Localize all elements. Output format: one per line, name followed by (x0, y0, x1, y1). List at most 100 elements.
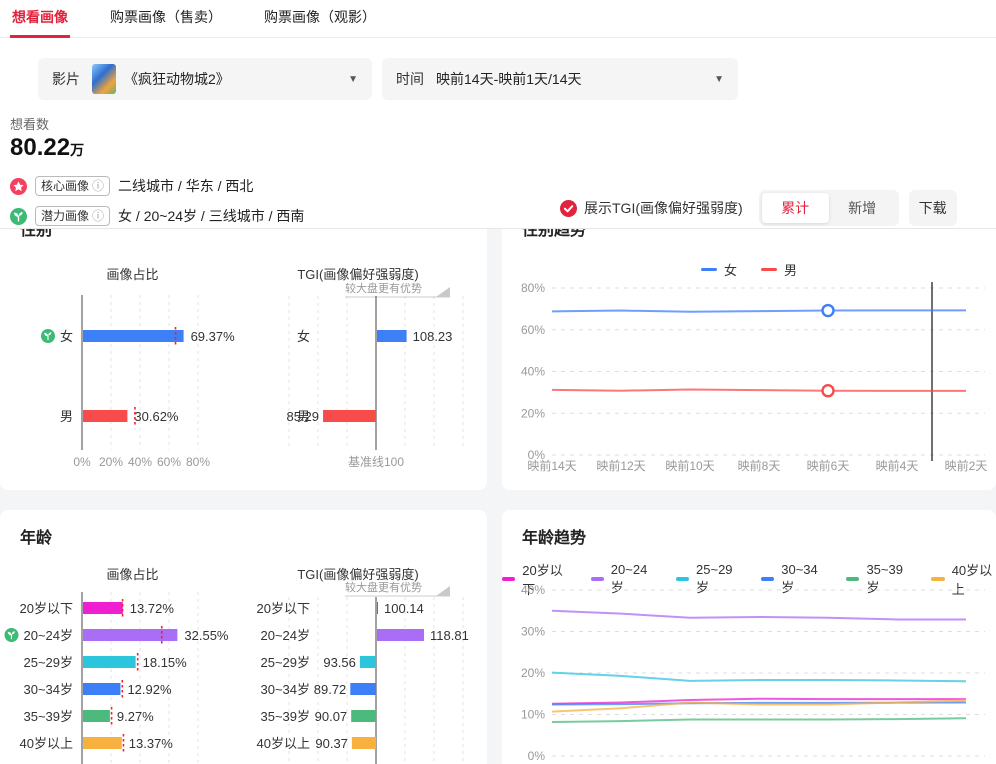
segment-new[interactable]: 新增 (829, 193, 896, 223)
legend-swatch (761, 577, 774, 581)
bar[interactable] (83, 683, 120, 695)
gender-trend-chart[interactable]: 0%20%40%60%80%映前14天映前12天映前10天映前8天映前6天映前4… (502, 280, 996, 485)
star-icon (10, 178, 27, 195)
legend-item[interactable]: 女 (701, 260, 737, 279)
advantage-note: 较大盘更有优势 (345, 282, 422, 295)
info-icon: ⓘ (92, 208, 104, 224)
data-point-marker[interactable] (823, 305, 834, 316)
potential-profile-text: 女 / 20~24岁 / 三线城市 / 西南 (118, 206, 304, 226)
bar-category-label: 30~34岁 (260, 682, 310, 697)
want-count-label: 想看数 (10, 114, 84, 133)
bar-value-label: 9.27% (117, 709, 154, 724)
tab-ticket-profile-sale[interactable]: 购票画像（售卖） (108, 0, 224, 38)
chevron-down-icon: ▼ (348, 74, 358, 85)
legend-swatch (701, 268, 717, 272)
x-tick-label: 80% (186, 455, 210, 469)
tgi-bar[interactable] (377, 330, 407, 342)
bar[interactable] (83, 737, 122, 749)
data-point-marker[interactable] (823, 385, 834, 396)
trend-line-20~24岁[interactable] (552, 611, 966, 620)
bar-category-label: 20~24岁 (260, 628, 310, 643)
tgi-bar[interactable] (352, 737, 376, 749)
bar-value-label: 108.23 (413, 329, 453, 344)
x-tick-label: 40% (128, 455, 152, 469)
y-tick-label: 20% (521, 406, 545, 420)
x-tick-label: 20% (99, 455, 123, 469)
show-tgi-label: 展示TGI(画像偏好强弱度) (584, 198, 743, 218)
bar[interactable] (83, 710, 110, 722)
tab-want-profile[interactable]: 想看画像 (10, 0, 70, 38)
core-profile-badge[interactable]: 核心画像ⓘ (35, 176, 110, 196)
chevron-down-icon: ▼ (714, 74, 724, 85)
gender-share-chart[interactable]: 0%20%40%60%80%女69.37%男30.62% (0, 282, 252, 480)
potential-profile-badge[interactable]: 潜力画像ⓘ (35, 206, 110, 226)
legend-item[interactable]: 男 (761, 260, 797, 279)
movie-poster (92, 64, 116, 94)
x-tick-label: 映前2天 (945, 458, 988, 473)
age-trend-card: 年龄趋势 20岁以下20~24岁25~29岁30~34岁35~39岁40岁以上 … (502, 510, 996, 764)
trend-line-35~39岁[interactable] (552, 718, 966, 722)
tgi-bar[interactable] (377, 602, 378, 614)
age-trend-chart[interactable]: 0%10%20%30%40% (502, 582, 996, 764)
section-title-age-trend: 年龄趋势 (522, 524, 586, 548)
x-tick-label: 60% (157, 455, 181, 469)
gender-tgi-chart[interactable]: 较大盘更有优势女108.23男85.29基准线100 (252, 282, 487, 480)
bar-value-label: 85.29 (286, 409, 319, 424)
y-tick-label: 0% (528, 749, 546, 763)
legend-swatch (846, 577, 859, 581)
y-tick-label: 30% (521, 625, 545, 639)
tgi-bar[interactable] (377, 629, 424, 641)
bar-category-label: 35~39岁 (260, 709, 310, 724)
bar-category-label: 男 (60, 409, 73, 424)
chart-subtitle-tgi: TGI(画像偏好强弱度) (262, 264, 454, 283)
tgi-bar[interactable] (323, 410, 376, 422)
bar[interactable] (83, 410, 127, 422)
x-tick-label: 映前6天 (807, 458, 850, 473)
age-tgi-chart[interactable]: 较大盘更有优势20岁以下100.1420~24岁118.8125~29岁93.5… (252, 580, 487, 764)
download-button[interactable]: 下载 (909, 190, 957, 226)
x-tick-label: 映前8天 (738, 458, 781, 473)
bar-value-label: 32.55% (184, 628, 229, 643)
tgi-bar[interactable] (360, 656, 376, 668)
sprout-icon (10, 208, 27, 225)
show-tgi-checkbox[interactable]: 展示TGI(画像偏好强弱度) (560, 198, 743, 218)
legend-label: 女 (724, 260, 737, 279)
x-tick-label: 映前4天 (876, 458, 919, 473)
movie-select-label: 影片 (52, 69, 80, 89)
advantage-note: 较大盘更有优势 (345, 580, 422, 594)
advantage-arrow-icon (436, 287, 450, 297)
x-tick-label: 映前14天 (527, 458, 576, 473)
age-share-chart[interactable]: 20岁以下13.72%20~24岁32.55%25~29岁18.15%30~34… (0, 580, 252, 764)
bar[interactable] (83, 602, 123, 614)
tgi-bar[interactable] (350, 683, 376, 695)
tgi-bar[interactable] (351, 710, 376, 722)
bar-category-label: 35~39岁 (23, 709, 73, 724)
segment-cumulative[interactable]: 累计 (762, 193, 829, 223)
bar-category-label: 30~34岁 (23, 682, 73, 697)
bar-category-label: 25~29岁 (23, 655, 73, 670)
sprout-icon (4, 628, 18, 642)
bar[interactable] (83, 330, 184, 342)
movie-select-value: 《疯狂动物城2》 (124, 69, 230, 89)
bar-value-label: 12.92% (127, 682, 172, 697)
bar[interactable] (83, 629, 177, 641)
movie-select[interactable]: 影片 《疯狂动物城2》 ▼ (38, 58, 372, 100)
analytics-page: 性别 画像占比 TGI(画像偏好强弱度) 0%20%40%60%80%女69.3… (0, 0, 996, 764)
bar-category-label: 25~29岁 (260, 655, 310, 670)
y-tick-label: 40% (521, 365, 545, 379)
trend-line-25~29岁[interactable] (552, 673, 966, 682)
bar[interactable] (83, 656, 136, 668)
legend-swatch (502, 577, 515, 581)
y-tick-label: 60% (521, 323, 545, 337)
time-select-value: 映前14天-映前1天/14天 (436, 69, 581, 89)
tab-ticket-profile-view[interactable]: 购票画像（观影） (262, 0, 378, 38)
y-tick-label: 80% (521, 281, 545, 295)
chart-subtitle-share: 画像占比 (40, 264, 225, 283)
bar-value-label: 90.07 (315, 709, 348, 724)
bar-value-label: 90.37 (315, 736, 348, 751)
trend-line-男[interactable] (552, 389, 966, 390)
time-range-select[interactable]: 时间 映前14天-映前1天/14天 ▼ (382, 58, 738, 100)
trend-line-女[interactable] (552, 310, 966, 311)
advantage-arrow-icon (436, 586, 450, 596)
legend-swatch (676, 577, 689, 581)
